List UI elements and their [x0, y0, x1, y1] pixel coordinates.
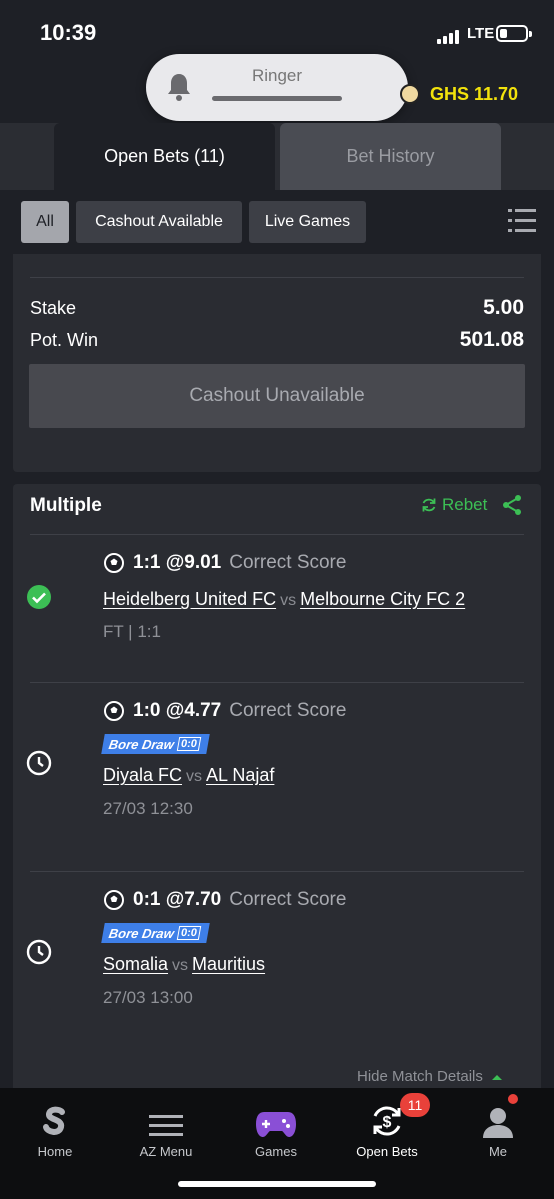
- nav-open-bets-label: Open Bets: [356, 1144, 418, 1159]
- potwin-value: 501.08: [459, 328, 524, 351]
- notification-dot: [508, 1094, 518, 1104]
- bet-leg[interactable]: 0:1 @7.70 Correct Score Bore Draw 0:0 Som…: [13, 871, 541, 1051]
- match-teams[interactable]: Diyala FC vs AL Najaf: [103, 765, 274, 786]
- nav-games-label: Games: [255, 1144, 297, 1159]
- filter-all[interactable]: All: [21, 201, 69, 243]
- nav-home[interactable]: Home: [0, 1088, 110, 1159]
- svg-text:$: $: [383, 1114, 392, 1131]
- user-icon: [483, 1108, 513, 1138]
- battery-icon: [496, 25, 532, 42]
- list-menu-icon[interactable]: [508, 208, 536, 234]
- bet-leg[interactable]: 1:0 @4.77 Correct Score Bore Draw 0:0 Diy…: [13, 682, 541, 871]
- away-team[interactable]: AL Najaf: [206, 765, 274, 785]
- stake-label: Stake: [30, 298, 77, 318]
- network-label: LTE: [467, 25, 495, 42]
- badge-score: 0:0: [176, 737, 202, 751]
- home-indicator[interactable]: [178, 1181, 376, 1187]
- nav-me-label: Me: [488, 1144, 508, 1159]
- clock-icon: [26, 939, 52, 965]
- vs-label: vs: [280, 592, 297, 609]
- home-team[interactable]: Diyala FC: [103, 765, 182, 785]
- home-team[interactable]: Heidelberg United FC: [103, 589, 276, 609]
- tab-open-bets[interactable]: Open Bets (11): [54, 123, 275, 190]
- volume-bar: [212, 96, 342, 101]
- market-label: Correct Score: [229, 700, 347, 721]
- bet-card: Stake 5.00 Pot. Win 501.08 Cashout Unava…: [13, 254, 541, 472]
- bet-type-title: Multiple: [30, 495, 102, 516]
- match-teams[interactable]: Somalia vs Mauritius: [103, 954, 265, 975]
- bore-draw-badge: Bore Draw 0:0: [101, 734, 210, 754]
- sportybet-logo-icon: [43, 1106, 65, 1135]
- caret-up-icon: [491, 1074, 502, 1080]
- divider: [30, 277, 524, 278]
- stake-value: 5.00: [483, 296, 524, 319]
- ringer-label: Ringer: [251, 66, 303, 85]
- nav-games[interactable]: Games: [221, 1088, 331, 1159]
- cashout-button[interactable]: Cashout Unavailable: [29, 364, 525, 428]
- away-team[interactable]: Melbourne City FC 2: [300, 589, 465, 609]
- home-team[interactable]: Somalia: [103, 954, 168, 974]
- badge-score: 0:0: [176, 926, 202, 940]
- match-teams[interactable]: Heidelberg United FC vs Melbourne City FC …: [103, 589, 465, 610]
- pick-odds: 0:1 @7.70: [133, 889, 222, 910]
- avatar-icon[interactable]: [400, 84, 420, 104]
- signal-icon: [437, 26, 461, 44]
- pick-odds: 1:0 @4.77: [133, 700, 222, 721]
- pick-odds: 1:1 @9.01: [133, 552, 222, 573]
- match-info: 27/03 12:30: [103, 799, 193, 818]
- hide-details-label: Hide Match Details: [357, 1068, 483, 1085]
- tab-bet-history[interactable]: Bet History: [280, 123, 501, 190]
- soccer-ball-icon: [104, 553, 124, 573]
- ringer-hud: Ringer: [146, 54, 408, 121]
- badge-label: Bore Draw: [107, 925, 176, 941]
- gamepad-icon: [256, 1112, 296, 1137]
- hide-match-details-toggle[interactable]: Hide Match Details: [357, 1068, 503, 1085]
- status-time: 10:39: [40, 20, 97, 45]
- share-icon[interactable]: [501, 494, 523, 516]
- nav-az-menu-label: AZ Menu: [139, 1144, 193, 1159]
- market-label: Correct Score: [229, 889, 347, 910]
- badge-label: Bore Draw: [107, 736, 176, 752]
- multiple-bet-card: Multiple Rebet 1:1 @9.01 Correct Score H…: [13, 484, 541, 1094]
- filter-cashout-available[interactable]: Cashout Available: [76, 201, 242, 243]
- nav-me[interactable]: Me: [443, 1088, 553, 1159]
- filter-bar: All Cashout Available Live Games: [0, 190, 554, 254]
- rebet-button[interactable]: Rebet: [421, 495, 487, 515]
- bore-draw-badge: Bore Draw 0:0: [101, 923, 210, 943]
- open-bets-count-badge: 11: [400, 1093, 430, 1117]
- check-circle-icon: [27, 585, 51, 609]
- vs-label: vs: [172, 957, 189, 974]
- nav-az-menu[interactable]: AZ Menu: [111, 1088, 221, 1159]
- filter-live-games[interactable]: Live Games: [249, 201, 366, 243]
- account-balance[interactable]: GHS 11.70: [430, 84, 518, 105]
- rebet-label: Rebet: [442, 495, 488, 514]
- market-label: Correct Score: [229, 552, 347, 573]
- cash-cycle-icon: $: [373, 1106, 401, 1136]
- match-info: FT | 1:1: [103, 622, 161, 641]
- hamburger-icon: [149, 1115, 183, 1136]
- match-info: 27/03 13:00: [103, 988, 193, 1007]
- soccer-ball-icon: [104, 890, 124, 910]
- vs-label: vs: [186, 768, 203, 785]
- nav-home-label: Home: [37, 1144, 73, 1159]
- bet-leg[interactable]: 1:1 @9.01 Correct Score Heidelberg Unite…: [13, 534, 541, 682]
- soccer-ball-icon: [104, 701, 124, 721]
- potwin-label: Pot. Win: [30, 330, 99, 350]
- clock-icon: [26, 750, 52, 776]
- refresh-icon: [422, 498, 436, 512]
- away-team[interactable]: Mauritius: [192, 954, 265, 974]
